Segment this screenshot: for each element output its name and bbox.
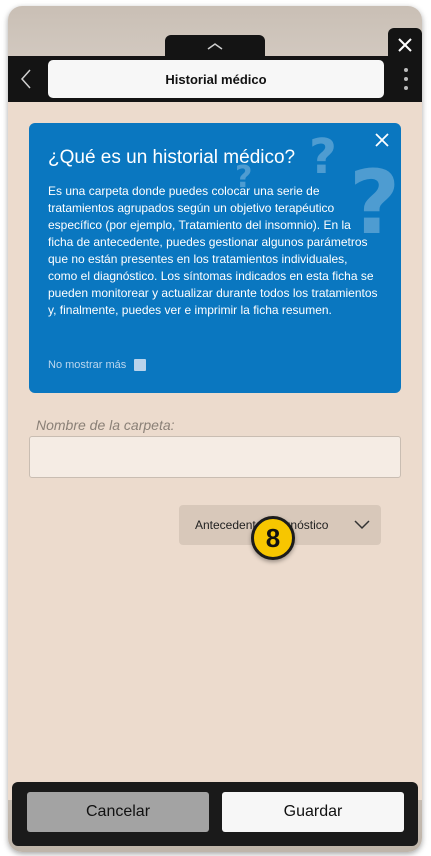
close-icon [375, 133, 389, 147]
info-card: ? ? ? ¿Qué es un historial médico? Es un… [29, 123, 401, 393]
back-button[interactable] [8, 56, 44, 102]
no-show-again-checkbox[interactable] [134, 359, 147, 371]
folder-name-input[interactable] [29, 436, 401, 478]
chevron-down-icon [354, 520, 370, 530]
step-number-badge: 8 [251, 516, 295, 560]
page-title: Historial médico [48, 60, 384, 98]
cancel-button[interactable]: Cancelar [27, 792, 209, 832]
close-icon [398, 38, 412, 52]
app-window: Historial médico ? ? ? ¿Qué es un histor… [8, 6, 422, 852]
chevron-up-icon [207, 43, 223, 50]
back-arrow-icon [20, 69, 31, 89]
footer-bar: Cancelar Guardar [12, 782, 418, 846]
folder-name-label: Nombre de la carpeta: [36, 417, 175, 433]
info-card-close-button[interactable] [373, 131, 391, 149]
save-button[interactable]: Guardar [222, 792, 404, 832]
header-bar: Historial médico [8, 56, 422, 102]
no-show-again-toggle[interactable]: No mostrar más [48, 359, 147, 371]
info-card-title: ¿Qué es un historial médico? [48, 147, 296, 168]
more-options-button[interactable] [398, 64, 414, 94]
question-mark-icon: ? [309, 129, 337, 185]
info-card-body: Es una carpeta donde puedes colocar una … [48, 184, 378, 317]
more-vertical-icon [404, 68, 408, 72]
no-show-again-label: No mostrar más [48, 359, 127, 371]
